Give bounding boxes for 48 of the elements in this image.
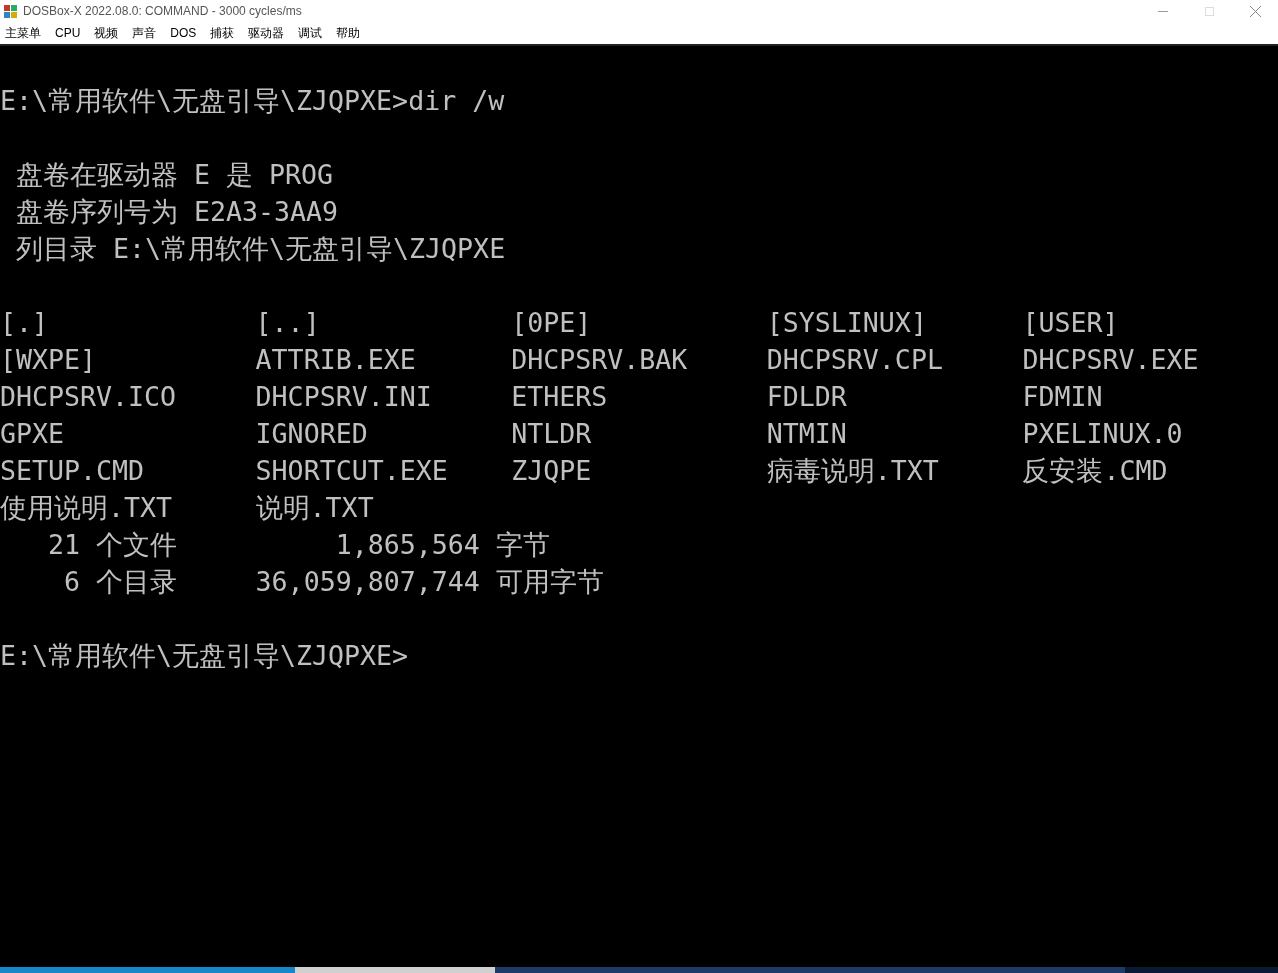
file-entry: PXELINUX.0 [1022, 418, 1183, 449]
file-entry: 1,865,564 字节 [334, 529, 550, 560]
menu-item[interactable]: DOS [170, 24, 197, 42]
menu-item[interactable]: 帮助 [336, 24, 361, 42]
file-entry: SETUP.CMD [0, 455, 145, 486]
file-entry: FDMIN [1022, 381, 1103, 412]
file-entry: 病毒说明.TXT [766, 455, 939, 486]
terminal-line: 盘卷在驱动器 E 是 PROG [15, 158, 334, 192]
file-entry: DHCPSRV.BAK [511, 344, 688, 375]
file-entry: 反安装.CMD [1022, 455, 1168, 486]
file-entry: GPXE [0, 418, 65, 449]
file-entry: [.] [0, 307, 49, 338]
file-entry: SHORTCUT.EXE [255, 455, 448, 486]
file-entry: 21 个文件 [47, 529, 178, 560]
menu-item[interactable]: 主菜单 [5, 24, 41, 42]
file-entry: 36,059,807,744 可用字节 [255, 566, 604, 597]
menu-item[interactable]: 声音 [132, 24, 157, 42]
terminal-line: E:\常用软件\无盘引导\ZJQPXE>dir /w [0, 84, 505, 118]
file-entry: [SYSLINUX] [766, 307, 927, 338]
file-entry: DHCPSRV.INI [255, 381, 432, 412]
file-entry: ETHERS [511, 381, 608, 412]
file-entry: DHCPSRV.ICO [0, 381, 177, 412]
file-entry: [0PE] [511, 307, 592, 338]
file-entry: [WXPE] [0, 344, 97, 375]
menu-item[interactable]: CPU [55, 24, 81, 42]
file-entry: 6 个目录 [63, 566, 178, 597]
menu-item[interactable]: 视频 [94, 24, 119, 42]
terminal-line: 盘卷序列号为 E2A3-3AA9 [15, 195, 339, 229]
close-icon [1249, 5, 1261, 17]
file-entry: [USER] [1022, 307, 1119, 338]
file-entry: DHCPSRV.EXE [1022, 344, 1199, 375]
file-entry: NTLDR [511, 418, 592, 449]
menu-item[interactable]: 捕获 [210, 24, 235, 42]
file-entry: NTMIN [766, 418, 847, 449]
app-icon [3, 3, 18, 19]
file-entry: ATTRIB.EXE [255, 344, 416, 375]
file-entry: 使用说明.TXT [0, 492, 173, 523]
terminal-line: E:\常用软件\无盘引导\ZJQPXE> [0, 639, 409, 673]
window-title: DOSBox-X 2022.08.0: COMMAND - 3000 cycles/ms [23, 3, 302, 20]
file-entry: [..] [255, 307, 320, 338]
menu-item[interactable]: 驱动器 [248, 24, 285, 42]
file-entry: DHCPSRV.CPL [766, 344, 943, 375]
file-entry: FDLDR [766, 381, 847, 412]
file-entry: ZJQPE [511, 455, 592, 486]
file-entry: IGNORED [255, 418, 368, 449]
terminal-line: 列目录 E:\常用软件\无盘引导\ZJQPXE [15, 232, 506, 266]
menu-item[interactable]: 调试 [298, 24, 323, 42]
file-entry: 说明.TXT [255, 492, 374, 523]
